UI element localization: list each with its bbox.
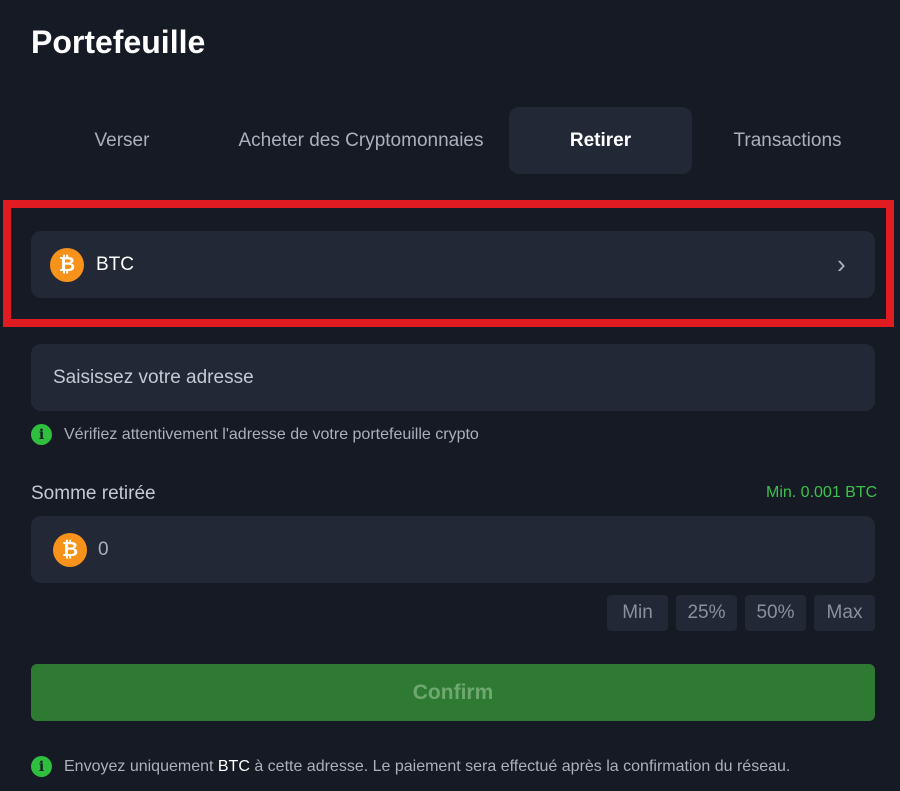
info-icon: i [31,756,52,777]
max-button[interactable]: Max [814,595,875,631]
highlight-box [3,200,894,327]
network-warning: Envoyez uniquement BTC à cette adresse. … [64,758,790,776]
bitcoin-icon: ₿ [53,533,87,567]
tab-acheter[interactable]: Acheter des Cryptomonnaies [221,107,501,174]
amount-field[interactable]: ₿ 0 [31,516,875,583]
amount-value: 0 [98,539,109,560]
page-title: Portefeuille [31,24,206,60]
network-warning-prefix: Envoyez uniquement [64,758,218,775]
address-warning: Vérifiez attentivement l'adresse de votr… [64,426,479,443]
wallet-page: Portefeuille Verser Acheter des Cryptomo… [0,0,900,791]
percent-50-button[interactable]: 50% [745,595,806,631]
amount-label: Somme retirée [31,483,156,504]
tab-retirer[interactable]: Retirer [509,107,692,174]
min-amount-label: Min. 0.001 BTC [766,484,878,501]
tab-verser[interactable]: Verser [31,107,213,174]
percent-25-button[interactable]: 25% [676,595,737,631]
network-warning-coin: BTC [217,758,250,775]
wallet-tabs: Verser Acheter des Cryptomonnaies Retire… [31,107,875,174]
confirm-button[interactable]: Confirm [31,664,875,721]
tab-transactions[interactable]: Transactions [700,107,875,174]
info-icon: i [31,424,52,445]
address-input[interactable] [31,344,875,411]
network-warning-suffix: à cette adresse. Le paiement sera effect… [249,758,791,775]
min-button[interactable]: Min [607,595,668,631]
